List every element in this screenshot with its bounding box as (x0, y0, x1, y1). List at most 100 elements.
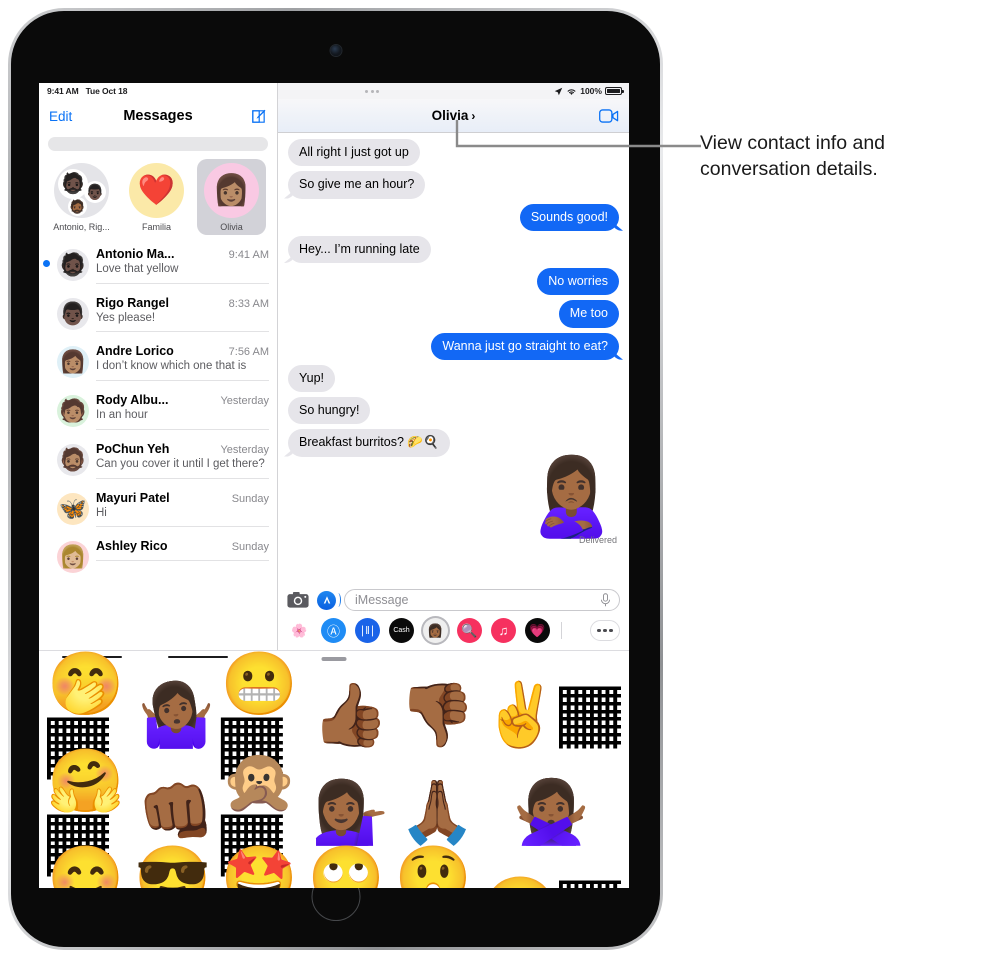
pane-status-bar: 100% (278, 83, 629, 99)
pinned-label: Olivia (220, 222, 243, 232)
message-preview: Yes please! (96, 311, 156, 324)
message-preview: Hi (96, 506, 107, 519)
message-bubble[interactable]: No worries (537, 268, 619, 296)
conversation-row[interactable]: 🧔🏽 PoChun Yeh Yesterday Can you cover it un… (39, 436, 277, 485)
conversation-row[interactable]: 🧑🏽 Rody Albu... Yesterday In an hour (39, 387, 277, 436)
device-bezel: 9:41 AM Tue Oct 18 Edit Messages 🧔🏿 👨🏿 🧔… (11, 11, 660, 947)
pinned-label: Antonio, Rig... (53, 222, 110, 232)
camera-icon[interactable] (287, 591, 309, 609)
group-avatar: 🧔🏿 👨🏿 🧔🏾 (54, 163, 109, 218)
timestamp: 7:56 AM (228, 346, 269, 359)
timestamp: 8:33 AM (228, 297, 269, 310)
app-icon-apple-cash[interactable]: Cash (389, 618, 414, 643)
app-icon-memoji[interactable]: 👩🏾 (423, 618, 448, 643)
edit-button[interactable]: Edit (49, 109, 72, 124)
sticker-cell-3[interactable]: 👍🏾 (308, 668, 393, 763)
compose-icon[interactable] (250, 108, 267, 125)
conversation-row[interactable]: 👩🏼 Ashley Rico Sunday (39, 533, 277, 579)
sticker-cell-11[interactable]: 🙅🏾‍♀️ (482, 765, 621, 860)
conversation-row[interactable]: 🧔🏿 Antonio Ma... 9:41 AM Love that yellow (39, 241, 277, 290)
conversation-header: Mayuri Patel Sunday (96, 491, 269, 505)
memoji-sticker[interactable]: 🙎🏾‍♀️ (524, 459, 619, 535)
contact-name: PoChun Yeh (96, 441, 170, 456)
message-bubble[interactable]: Hey... I’m running late (288, 235, 431, 263)
message-bubble[interactable]: Sounds good! (519, 203, 619, 231)
conversation-list[interactable]: 🧔🏿 Antonio Ma... 9:41 AM Love that yellow 👨🏿… (39, 241, 277, 650)
app-icon-music[interactable]: ♫ (491, 618, 516, 643)
avatar: 🧔🏽 (57, 443, 89, 476)
imessage-input[interactable]: iMessage (344, 589, 620, 611)
message-bubble[interactable]: All right I just got up (288, 139, 420, 167)
message-preview: I don’t know which one that is (96, 360, 247, 373)
pinned-label: Familia (141, 222, 171, 232)
contact-name: Andre Lorico (96, 344, 174, 359)
message-bubble[interactable]: Wanna just go straight to eat? (431, 332, 619, 360)
sticker-cell-12[interactable]: 😊🏾 (47, 847, 132, 888)
message-bubble[interactable]: Breakfast burritos? 🌮🍳 (288, 429, 450, 457)
sticker-cell-14[interactable]: 🤩🏾 (221, 847, 306, 888)
avatar-face: 🧔🏾 (68, 197, 87, 216)
sticker-cell-4[interactable]: 👎🏾 (395, 668, 480, 763)
sticker-grid[interactable]: 🤭🏾🤷🏾‍♀️😬🏾👍🏾👎🏾✌️🏾🤗🏾👊🏾🙊🏾💁🏾‍♀️🙏🏾🙅🏾‍♀️😊🏾😎🏾🤩🏾… (39, 653, 629, 888)
pinned-conversation-0[interactable]: 🧔🏿 👨🏿 🧔🏾 Antonio, Rig... (47, 159, 116, 235)
conversation-body: Antonio Ma... 9:41 AM Love that yellow (96, 247, 269, 284)
messages-sidebar: 9:41 AM Tue Oct 18 Edit Messages 🧔🏿 👨🏿 🧔… (39, 83, 278, 650)
multitask-handle-icon[interactable] (365, 89, 380, 93)
conversation-row[interactable]: 👩🏽 Andre Lorico 7:56 AM I don’t know which … (39, 338, 277, 387)
unread-dot (43, 260, 50, 267)
app-icon-photos[interactable]: 🌸 (287, 618, 312, 643)
avatar: 👩🏽 (57, 346, 89, 379)
conversation-nav-bar: Olivia › (278, 99, 629, 133)
message-bubble[interactable]: So give me an hour? (288, 171, 426, 199)
sticker-cell-1[interactable]: 🤷🏾‍♀️ (134, 668, 219, 763)
sidebar-nav-bar: Edit Messages (39, 99, 277, 133)
message-bubble[interactable]: Me too (558, 300, 619, 328)
conversation-row[interactable]: 🦋 Mayuri Patel Sunday Hi (39, 485, 277, 534)
search-input[interactable] (48, 137, 268, 151)
message-bubble[interactable]: Yup! (288, 364, 336, 392)
appstore-glyph (323, 596, 330, 604)
conversation-body: Rigo Rangel 8:33 AM Yes please! (96, 296, 269, 333)
search-container (39, 133, 277, 157)
app-icon-app-store[interactable]: Ⓐ (321, 618, 346, 643)
conversation-header: Antonio Ma... 9:41 AM (96, 247, 269, 261)
message-row: All right I just got up (288, 139, 619, 167)
avatar: 👩🏽 (204, 163, 259, 218)
message-input-bar: iMessage (278, 583, 629, 615)
message-row: No worries (288, 268, 619, 296)
conversation-header: Andre Lorico 7:56 AM (96, 344, 269, 358)
message-thread: All right I just got up So give me an hou… (278, 133, 629, 583)
conversation-header: Rigo Rangel 8:33 AM (96, 296, 269, 310)
more-apps-button[interactable] (590, 620, 620, 641)
sticker-cell-15[interactable]: 🙄🏾 (308, 847, 393, 888)
app-icon-digital-touch[interactable]: 💗 (525, 618, 550, 643)
sticker-cell-16[interactable]: 😲🏾 (395, 847, 480, 888)
timestamp: 9:41 AM (228, 249, 269, 261)
message-row: Sounds good! (288, 203, 619, 231)
app-store-icon[interactable] (317, 590, 341, 610)
drag-handle[interactable] (321, 657, 347, 661)
app-icon-voice-audio[interactable]: ∣‖∣ (355, 618, 380, 643)
contact-info-button[interactable]: Olivia › (278, 108, 629, 123)
conversation-row[interactable]: 👨🏿 Rigo Rangel 8:33 AM Yes please! (39, 290, 277, 339)
avatar-face: 👨🏿 (84, 181, 106, 203)
app-icon-images-gif[interactable]: 🔍 (457, 618, 482, 643)
battery-percent: 100% (580, 86, 602, 96)
sticker-cell-5[interactable]: ✌️🏾 (482, 668, 621, 763)
message-preview: In an hour (96, 409, 148, 422)
memoji-sticker-tray: 🤭🏾🤷🏾‍♀️😬🏾👍🏾👎🏾✌️🏾🤗🏾👊🏾🙊🏾💁🏾‍♀️🙏🏾🙅🏾‍♀️😊🏾😎🏾🤩🏾… (39, 650, 629, 888)
pinned-conversation-2[interactable]: 👩🏽 Olivia (197, 159, 266, 235)
message-bubble[interactable]: So hungry! (288, 397, 371, 425)
microphone-icon[interactable] (600, 593, 611, 607)
status-date: Tue Oct 18 (85, 86, 128, 96)
ipad-device: 9:41 AM Tue Oct 18 Edit Messages 🧔🏿 👨🏿 🧔… (8, 8, 663, 950)
contact-name: Mayuri Patel (96, 490, 170, 505)
sticker-cell-17[interactable]: 😆🏾 (482, 862, 621, 888)
avatar: 🧑🏽 (57, 395, 89, 428)
timestamp: Yesterday (220, 443, 269, 456)
page-title: Messages (123, 108, 193, 124)
timestamp: Sunday (231, 541, 269, 554)
sticker-cell-13[interactable]: 😎🏾 (134, 847, 219, 888)
pinned-conversation-1[interactable]: ❤️ Familia (122, 159, 191, 235)
contact-name: Olivia (431, 108, 469, 123)
